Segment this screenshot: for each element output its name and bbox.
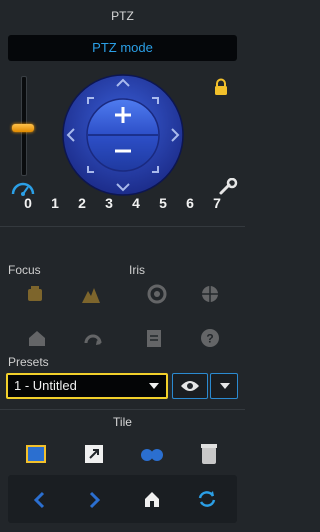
clear-tile-icon[interactable] bbox=[200, 443, 218, 465]
ptz-joystick[interactable] bbox=[62, 74, 184, 196]
preset-button-3[interactable]: 3 bbox=[99, 188, 119, 218]
preset-button-5[interactable]: 5 bbox=[153, 188, 173, 218]
ptz-mode-button[interactable]: PTZ mode bbox=[8, 35, 237, 61]
divider bbox=[0, 409, 245, 410]
iris-label: Iris bbox=[129, 263, 145, 277]
pop-out-icon[interactable] bbox=[84, 444, 104, 464]
refresh-icon[interactable] bbox=[197, 489, 217, 509]
preset-button-7[interactable]: 7 bbox=[207, 188, 227, 218]
preset-button-6[interactable]: 6 bbox=[180, 188, 200, 218]
preset-button-0[interactable]: 0 bbox=[18, 188, 38, 218]
ptz-title: PTZ bbox=[111, 9, 134, 23]
preview-preset-button[interactable] bbox=[172, 373, 208, 399]
tile-fit-icon[interactable] bbox=[25, 444, 47, 464]
preset-options-button[interactable] bbox=[210, 373, 238, 399]
focus-far-icon[interactable] bbox=[80, 283, 102, 305]
presets-label: Presets bbox=[8, 355, 49, 369]
focus-near-icon[interactable] bbox=[24, 283, 46, 305]
eye-icon bbox=[181, 381, 199, 391]
chevron-down-icon bbox=[220, 383, 230, 389]
preset-button-2[interactable]: 2 bbox=[72, 188, 92, 218]
tile-title: Tile bbox=[113, 415, 132, 429]
forward-arrow-icon[interactable] bbox=[88, 491, 102, 509]
chevron-down-icon bbox=[149, 383, 159, 389]
iris-close-icon[interactable] bbox=[146, 283, 168, 305]
flip-icon[interactable] bbox=[82, 327, 104, 349]
binoculars-icon[interactable] bbox=[140, 444, 164, 464]
iris-open-icon[interactable] bbox=[199, 283, 221, 305]
zoom-slider-thumb[interactable] bbox=[12, 124, 34, 132]
preset-list-icon[interactable] bbox=[143, 327, 165, 349]
divider bbox=[0, 226, 245, 227]
preset-button-4[interactable]: 4 bbox=[126, 188, 146, 218]
preset-button-1[interactable]: 1 bbox=[45, 188, 65, 218]
home-position-icon[interactable] bbox=[26, 327, 48, 349]
preset-select[interactable]: 1 - Untitled bbox=[6, 373, 168, 399]
focus-label: Focus bbox=[8, 263, 41, 277]
svg-text:?: ? bbox=[206, 332, 213, 346]
preset-select-value: 1 - Untitled bbox=[14, 378, 77, 393]
padlock-icon[interactable] bbox=[212, 78, 230, 96]
back-arrow-icon[interactable] bbox=[32, 491, 46, 509]
help-icon[interactable]: ? bbox=[199, 327, 221, 349]
home-icon[interactable] bbox=[143, 490, 161, 508]
ptz-preset-numbers: 0 1 2 3 4 5 6 7 bbox=[8, 188, 237, 218]
